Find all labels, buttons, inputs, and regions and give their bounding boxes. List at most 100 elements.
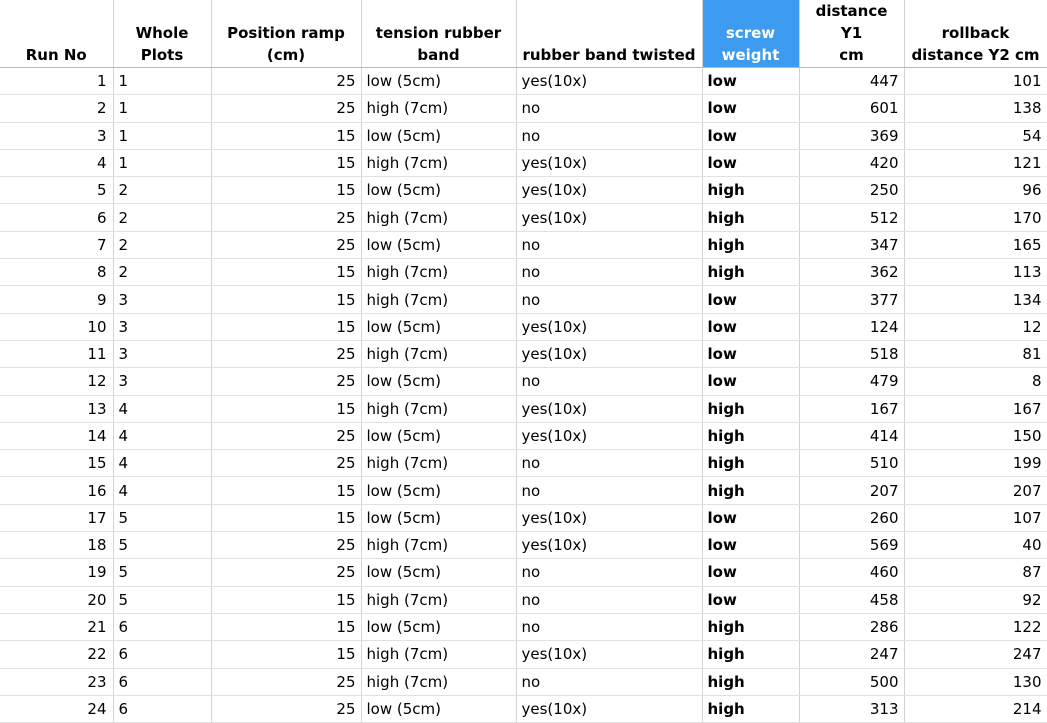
cell-position-ramp[interactable]: 25 bbox=[211, 695, 362, 723]
cell-tension[interactable]: high (7cm) bbox=[361, 258, 517, 287]
table-row[interactable]: 23 6 25 high (7cm) no high 500 130 bbox=[0, 668, 1047, 696]
cell-twisted[interactable]: no bbox=[516, 122, 703, 150]
table-row[interactable]: 18 5 25 high (7cm) yes(10x) low 569 40 bbox=[0, 531, 1047, 560]
table-row[interactable]: 15 4 25 high (7cm) no high 510 199 bbox=[0, 449, 1047, 478]
cell-y1[interactable]: 420 bbox=[799, 149, 905, 178]
cell-y1[interactable]: 518 bbox=[799, 340, 905, 369]
cell-run[interactable]: 1 bbox=[0, 67, 114, 96]
cell-twisted[interactable]: yes(10x) bbox=[516, 640, 703, 669]
cell-tension[interactable]: high (7cm) bbox=[361, 640, 517, 669]
cell-position-ramp[interactable]: 15 bbox=[211, 285, 362, 314]
cell-y1[interactable]: 458 bbox=[799, 586, 905, 614]
cell-whole-plots[interactable]: 4 bbox=[113, 449, 212, 478]
cell-y1[interactable]: 414 bbox=[799, 422, 905, 451]
cell-tension[interactable]: low (5cm) bbox=[361, 476, 517, 505]
cell-tension[interactable]: low (5cm) bbox=[361, 176, 517, 205]
cell-screw-weight[interactable]: low bbox=[702, 558, 800, 587]
cell-y2[interactable]: 92 bbox=[904, 586, 1047, 614]
table-row[interactable]: 22 6 15 high (7cm) yes(10x) high 247 247 bbox=[0, 640, 1047, 669]
cell-tension[interactable]: low (5cm) bbox=[361, 313, 517, 341]
cell-position-ramp[interactable]: 25 bbox=[211, 203, 362, 232]
cell-y2[interactable]: 87 bbox=[904, 558, 1047, 587]
cell-whole-plots[interactable]: 6 bbox=[113, 668, 212, 696]
cell-twisted[interactable]: no bbox=[516, 285, 703, 314]
cell-position-ramp[interactable]: 15 bbox=[211, 258, 362, 287]
cell-position-ramp[interactable]: 15 bbox=[211, 476, 362, 505]
cell-y1[interactable]: 369 bbox=[799, 122, 905, 150]
column-header-tension[interactable]: tension rubber band bbox=[361, 0, 517, 68]
table-row[interactable]: 16 4 15 low (5cm) no high 207 207 bbox=[0, 476, 1047, 505]
cell-y2[interactable]: 81 bbox=[904, 340, 1047, 369]
cell-position-ramp[interactable]: 15 bbox=[211, 613, 362, 642]
cell-screw-weight[interactable]: high bbox=[702, 258, 800, 287]
cell-tension[interactable]: high (7cm) bbox=[361, 285, 517, 314]
cell-y1[interactable]: 260 bbox=[799, 504, 905, 533]
table-row[interactable]: 24 6 25 low (5cm) yes(10x) high 313 214 bbox=[0, 695, 1047, 723]
cell-run[interactable]: 24 bbox=[0, 695, 114, 723]
cell-twisted[interactable]: no bbox=[516, 231, 703, 260]
cell-screw-weight[interactable]: high bbox=[702, 176, 800, 205]
cell-twisted[interactable]: yes(10x) bbox=[516, 422, 703, 451]
cell-twisted[interactable]: yes(10x) bbox=[516, 313, 703, 341]
cell-screw-weight[interactable]: high bbox=[702, 613, 800, 642]
cell-screw-weight[interactable]: low bbox=[702, 149, 800, 178]
cell-y1[interactable]: 479 bbox=[799, 367, 905, 396]
cell-position-ramp[interactable]: 15 bbox=[211, 586, 362, 614]
cell-y1[interactable]: 377 bbox=[799, 285, 905, 314]
cell-tension[interactable]: low (5cm) bbox=[361, 613, 517, 642]
cell-twisted[interactable]: yes(10x) bbox=[516, 504, 703, 533]
cell-tension[interactable]: low (5cm) bbox=[361, 422, 517, 451]
cell-position-ramp[interactable]: 25 bbox=[211, 422, 362, 451]
cell-twisted[interactable]: yes(10x) bbox=[516, 340, 703, 369]
column-header-twisted[interactable]: rubber band twisted bbox=[516, 0, 703, 68]
cell-tension[interactable]: low (5cm) bbox=[361, 231, 517, 260]
cell-whole-plots[interactable]: 3 bbox=[113, 340, 212, 369]
column-header-whole-plots[interactable]: Whole Plots bbox=[113, 0, 212, 68]
cell-y2[interactable]: 150 bbox=[904, 422, 1047, 451]
cell-twisted[interactable]: no bbox=[516, 586, 703, 614]
table-row[interactable]: 2 1 25 high (7cm) no low 601 138 bbox=[0, 94, 1047, 123]
cell-position-ramp[interactable]: 15 bbox=[211, 504, 362, 533]
cell-y1[interactable]: 250 bbox=[799, 176, 905, 205]
cell-run[interactable]: 14 bbox=[0, 422, 114, 451]
table-row[interactable]: 8 2 15 high (7cm) no high 362 113 bbox=[0, 258, 1047, 287]
table-row[interactable]: 19 5 25 low (5cm) no low 460 87 bbox=[0, 558, 1047, 587]
cell-y2[interactable]: 8 bbox=[904, 367, 1047, 396]
cell-screw-weight[interactable]: high bbox=[702, 476, 800, 505]
cell-tension[interactable]: high (7cm) bbox=[361, 586, 517, 614]
cell-position-ramp[interactable]: 15 bbox=[211, 313, 362, 341]
cell-run[interactable]: 22 bbox=[0, 640, 114, 669]
cell-tension[interactable]: low (5cm) bbox=[361, 504, 517, 533]
cell-run[interactable]: 21 bbox=[0, 613, 114, 642]
cell-tension[interactable]: high (7cm) bbox=[361, 94, 517, 123]
cell-y2[interactable]: 40 bbox=[904, 531, 1047, 560]
table-row[interactable]: 17 5 15 low (5cm) yes(10x) low 260 107 bbox=[0, 504, 1047, 533]
cell-tension[interactable]: high (7cm) bbox=[361, 395, 517, 423]
cell-tension[interactable]: high (7cm) bbox=[361, 203, 517, 232]
cell-run[interactable]: 4 bbox=[0, 149, 114, 178]
cell-twisted[interactable]: yes(10x) bbox=[516, 395, 703, 423]
table-row[interactable]: 3 1 15 low (5cm) no low 369 54 bbox=[0, 122, 1047, 150]
cell-twisted[interactable]: no bbox=[516, 476, 703, 505]
cell-tension[interactable]: high (7cm) bbox=[361, 531, 517, 560]
table-row[interactable]: 10 3 15 low (5cm) yes(10x) low 124 12 bbox=[0, 313, 1047, 341]
cell-whole-plots[interactable]: 5 bbox=[113, 558, 212, 587]
cell-y2[interactable]: 122 bbox=[904, 613, 1047, 642]
cell-run[interactable]: 15 bbox=[0, 449, 114, 478]
cell-tension[interactable]: low (5cm) bbox=[361, 122, 517, 150]
cell-tension[interactable]: low (5cm) bbox=[361, 67, 517, 96]
cell-whole-plots[interactable]: 2 bbox=[113, 231, 212, 260]
cell-whole-plots[interactable]: 4 bbox=[113, 422, 212, 451]
cell-position-ramp[interactable]: 25 bbox=[211, 231, 362, 260]
cell-run[interactable]: 16 bbox=[0, 476, 114, 505]
cell-position-ramp[interactable]: 25 bbox=[211, 340, 362, 369]
cell-y2[interactable]: 101 bbox=[904, 67, 1047, 96]
cell-screw-weight[interactable]: low bbox=[702, 367, 800, 396]
table-row[interactable]: 12 3 25 low (5cm) no low 479 8 bbox=[0, 367, 1047, 396]
cell-position-ramp[interactable]: 25 bbox=[211, 558, 362, 587]
cell-twisted[interactable]: no bbox=[516, 558, 703, 587]
table-row[interactable]: 4 1 15 high (7cm) yes(10x) low 420 121 bbox=[0, 149, 1047, 178]
cell-y1[interactable]: 601 bbox=[799, 94, 905, 123]
cell-y2[interactable]: 134 bbox=[904, 285, 1047, 314]
cell-position-ramp[interactable]: 15 bbox=[211, 395, 362, 423]
